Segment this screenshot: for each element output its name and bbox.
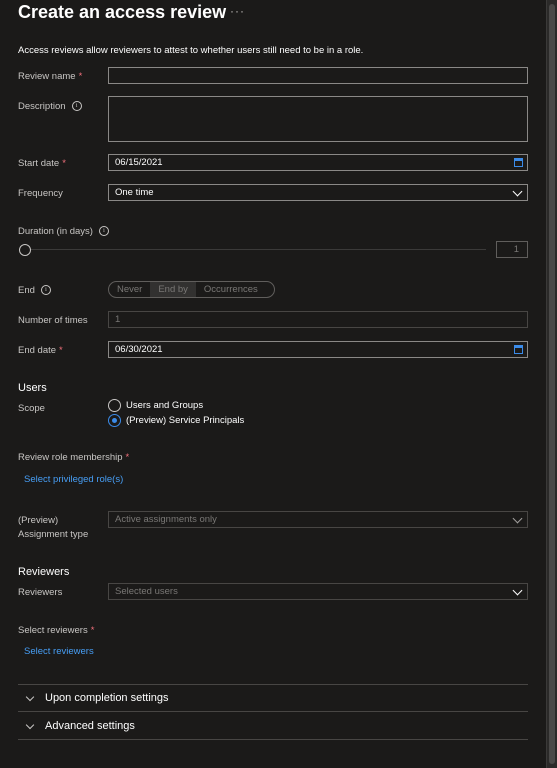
info-icon[interactable]: i <box>40 285 51 296</box>
end-option-never[interactable]: Never <box>109 282 150 297</box>
frequency-value: One time <box>115 187 154 198</box>
review-role-membership-label: Review role membership * <box>18 452 130 463</box>
scope-option-label[interactable]: (Preview) Service Principals <box>126 415 244 426</box>
chevron-down-icon[interactable] <box>25 692 35 702</box>
scope-option-label[interactable]: Users and Groups <box>126 400 203 411</box>
duration-value-input[interactable]: 1 <box>496 241 528 258</box>
select-reviewers-link[interactable]: Select reviewers <box>24 646 94 657</box>
select-reviewers-label: Select reviewers * <box>18 625 95 636</box>
chevron-down-icon <box>512 585 523 596</box>
divider <box>18 684 528 685</box>
reviewers-label: Reviewers <box>18 587 63 598</box>
reviewers-value: Selected users <box>115 586 178 597</box>
page-title: Create an access review <box>18 2 227 22</box>
assignment-type-label-line2: Assignment type <box>18 529 89 540</box>
assignment-type-dropdown[interactable]: Active assignments only <box>108 511 528 528</box>
required-asterisk: * <box>125 452 130 463</box>
reviewers-section-heading: Reviewers <box>18 566 70 578</box>
scope-radio-service-principals[interactable] <box>108 414 121 427</box>
scope-label: Scope <box>18 403 45 414</box>
calendar-icon[interactable] <box>514 345 523 354</box>
scrollbar-thumb[interactable] <box>549 4 555 764</box>
info-icon[interactable]: i <box>98 226 109 237</box>
calendar-icon[interactable] <box>514 158 523 167</box>
end-option-end-by[interactable]: End by <box>150 282 196 297</box>
duration-label: Duration (in days) i <box>18 226 109 237</box>
select-privileged-roles-link[interactable]: Select privileged role(s) <box>24 474 123 485</box>
chevron-down-icon <box>512 513 523 524</box>
vertical-scrollbar[interactable] <box>546 0 557 768</box>
info-icon[interactable]: i <box>71 101 82 112</box>
end-date-input[interactable]: 06/30/2021 <box>108 341 528 358</box>
scope-radio-users-and-groups[interactable] <box>108 399 121 412</box>
upon-completion-settings-toggle[interactable]: Upon completion settings <box>45 692 169 704</box>
end-label: End i <box>18 285 51 296</box>
users-section-heading: Users <box>18 382 47 394</box>
end-segmented-control: Never End by Occurrences <box>108 281 275 298</box>
reviewers-dropdown[interactable]: Selected users <box>108 583 528 600</box>
chevron-down-icon[interactable] <box>25 720 35 730</box>
duration-slider-track[interactable] <box>26 249 486 250</box>
end-date-label: End date * <box>18 345 63 356</box>
start-date-value: 06/15/2021 <box>115 157 163 168</box>
page-description: Access reviews allow reviewers to attest… <box>18 45 364 56</box>
number-of-times-input[interactable]: 1 <box>108 311 528 328</box>
required-asterisk: * <box>90 625 95 636</box>
divider <box>18 711 528 712</box>
frequency-label: Frequency <box>18 188 63 199</box>
assignment-type-value: Active assignments only <box>115 514 217 525</box>
frequency-dropdown[interactable]: One time <box>108 184 528 201</box>
divider <box>18 739 528 740</box>
description-textarea[interactable] <box>108 96 528 142</box>
required-asterisk: * <box>59 345 63 356</box>
start-date-input[interactable]: 06/15/2021 <box>108 154 528 171</box>
end-date-value: 06/30/2021 <box>115 344 163 355</box>
end-option-occurrences[interactable]: Occurrences <box>196 282 266 297</box>
start-date-label: Start date * <box>18 158 66 169</box>
required-asterisk: * <box>78 71 83 82</box>
advanced-settings-toggle[interactable]: Advanced settings <box>45 720 135 732</box>
assignment-type-label-line1: (Preview) <box>18 515 59 526</box>
chevron-down-icon <box>512 186 523 197</box>
review-name-input[interactable] <box>108 67 528 84</box>
duration-slider-thumb[interactable] <box>19 244 31 256</box>
number-of-times-label: Number of times <box>18 315 88 326</box>
create-access-review-panel: Create an access review ··· Access revie… <box>0 0 545 768</box>
more-options-icon[interactable]: ··· <box>230 4 245 18</box>
description-label: Description i <box>18 101 82 112</box>
review-name-label: Review name * <box>18 71 83 82</box>
required-asterisk: * <box>62 158 66 169</box>
